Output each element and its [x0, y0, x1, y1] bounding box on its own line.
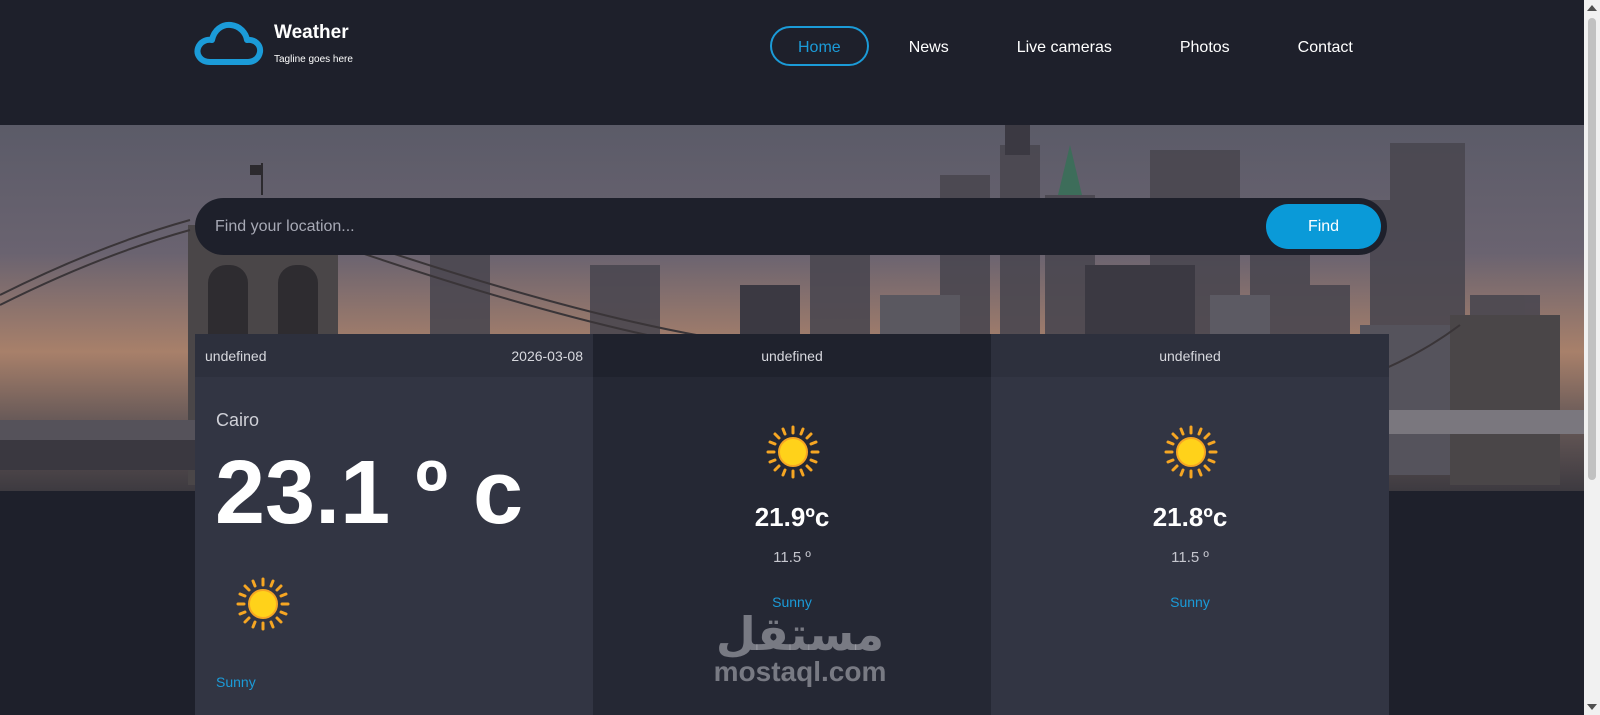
scroll-up-arrow-icon[interactable]	[1587, 5, 1597, 11]
site-header: Weather Tagline goes here Home News Live…	[0, 0, 1584, 125]
current-temperature: 23.1 º c	[215, 443, 524, 543]
watermark: مستقل mostaql.com	[700, 607, 900, 688]
nav-home[interactable]: Home	[770, 26, 869, 66]
cloud-icon	[194, 21, 264, 65]
brand-title: Weather	[274, 22, 349, 43]
city-name: Cairo	[216, 410, 260, 430]
day-label: undefined	[1159, 347, 1221, 364]
sun-icon	[1164, 425, 1218, 479]
logo[interactable]: Weather Tagline goes here	[194, 18, 353, 68]
watermark-arabic: مستقل	[715, 607, 885, 661]
sun-icon	[766, 425, 820, 479]
scroll-down-arrow-icon[interactable]	[1587, 704, 1597, 710]
condition-label: Sunny	[1170, 594, 1210, 610]
brand-tagline: Tagline goes here	[274, 54, 353, 65]
condition-label: Sunny	[216, 674, 256, 690]
scrollbar-thumb[interactable]	[1588, 18, 1596, 480]
today-forecast-card: undefined 2026-03-08 Cairo 23.1 º c Sunn…	[195, 334, 593, 715]
card-header: undefined	[991, 334, 1389, 377]
watermark-latin: mostaql.com	[713, 656, 887, 687]
min-temperature: 11.5 º	[1171, 549, 1209, 566]
day-forecast-card: undefined 21.8ºc 11.5 º Sunny	[991, 334, 1389, 715]
nav-photos[interactable]: Photos	[1152, 26, 1258, 66]
date-label: 2026-03-08	[511, 347, 583, 364]
sun-icon	[236, 577, 290, 631]
find-button[interactable]: Find	[1266, 204, 1381, 249]
min-temperature: 11.5 º	[773, 549, 811, 566]
max-temperature: 21.8ºc	[1152, 502, 1228, 532]
nav-news[interactable]: News	[881, 26, 977, 66]
main-nav: Home News Live cameras Photos Contact	[770, 26, 1393, 66]
max-temperature: 21.9ºc	[754, 502, 830, 532]
card-header: undefined	[593, 334, 991, 377]
page-scrollbar[interactable]	[1584, 0, 1600, 715]
location-search-bar: Find	[195, 198, 1387, 255]
nav-live-cameras[interactable]: Live cameras	[989, 26, 1140, 66]
day-label: undefined	[205, 347, 267, 364]
nav-contact[interactable]: Contact	[1270, 26, 1381, 66]
search-input[interactable]	[215, 217, 1266, 236]
card-header: undefined 2026-03-08	[195, 334, 593, 377]
day-label: undefined	[761, 347, 823, 364]
